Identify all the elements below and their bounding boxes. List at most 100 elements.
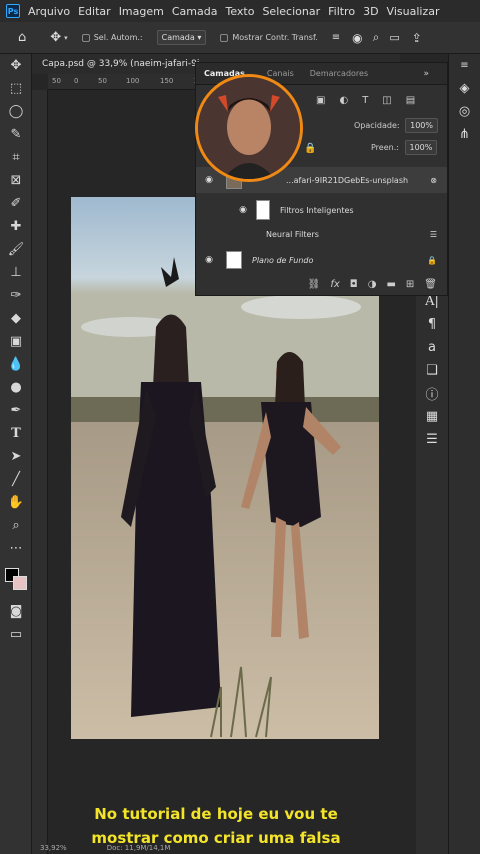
quick-select-icon[interactable]: ✎ [0, 123, 32, 146]
path-select-icon[interactable]: ➤ [0, 445, 32, 468]
properties-strip: A| ¶ a ❑ ⓘ ▦ ☰ [416, 290, 448, 854]
menu-3d[interactable]: 3D [363, 5, 378, 18]
mask-icon[interactable]: ◘ [350, 279, 358, 290]
smart-object-icon: ⊗ [430, 175, 437, 185]
layers-panel-icon[interactable]: ◈ [449, 77, 480, 100]
screen-mode-icon[interactable]: ▭ [0, 623, 32, 646]
move-icon[interactable]: ✥ [0, 54, 32, 77]
background-color[interactable] [13, 576, 27, 590]
vertical-ruler [32, 90, 48, 854]
table-icon[interactable]: ▦ [416, 405, 448, 428]
link-icon[interactable]: ⛓ [308, 279, 321, 290]
options-bar: ⌂ ✥ ▾ Sel. Autom.: Camada ▾ Mostrar Cont… [0, 22, 480, 54]
quick-mask-icon[interactable]: ◙ [0, 600, 32, 623]
fill-row: Preen.: 100% [371, 140, 438, 155]
layer-neural-filters[interactable]: Neural Filters ☰ [196, 221, 447, 247]
opacity-label: Opacidade: [354, 121, 400, 130]
fx-icon[interactable]: fx [330, 279, 339, 290]
history-brush-icon[interactable]: ✑ [0, 284, 32, 307]
channels-panel-icon[interactable]: ◎ [449, 100, 480, 123]
zoom-icon[interactable]: ⌕ [0, 514, 32, 537]
menu-visualizar[interactable]: Visualizar [387, 5, 440, 18]
share-icon[interactable]: ⇪ [412, 31, 422, 45]
adjustment-filter-icon[interactable]: ◐ [339, 95, 348, 106]
smart-filter-icon[interactable]: ▤ [406, 95, 415, 106]
shape-filter-icon[interactable]: ◫ [382, 95, 391, 106]
crop-icon[interactable]: ⌗ [0, 146, 32, 169]
more-tools-icon[interactable]: ⋯ [0, 537, 32, 560]
image-filter-icon[interactable]: ▣ [316, 95, 325, 106]
glyphs-icon[interactable]: a [416, 336, 448, 359]
ruler-tick: 150 [160, 77, 174, 85]
hand-icon[interactable]: ✋ [0, 491, 32, 514]
menu-imagem[interactable]: Imagem [119, 5, 164, 18]
menu-bar: Ps Arquivo Editar Imagem Camada Texto Se… [0, 0, 480, 22]
fill-field[interactable]: 100% [404, 140, 438, 155]
line-icon[interactable]: ╱ [0, 468, 32, 491]
healing-icon[interactable]: ✚ [0, 215, 32, 238]
type-filter-icon[interactable]: T [362, 95, 368, 106]
chevron-down-icon[interactable]: ▾ [64, 34, 68, 42]
fill-label: Preen.: [371, 143, 399, 152]
tab-demarcadores[interactable]: Demarcadores [310, 69, 368, 78]
workspace-icon[interactable]: ▭ [389, 31, 399, 44]
presenter-webcam-avatar [195, 74, 303, 182]
layer-name: Neural Filters [266, 229, 319, 239]
libraries-icon[interactable]: ❑ [416, 359, 448, 382]
menu-texto[interactable]: Texto [225, 5, 254, 18]
layer-select-value: Camada [161, 33, 195, 42]
frame-icon[interactable]: ⊠ [0, 169, 32, 192]
menu-editar[interactable]: Editar [78, 5, 111, 18]
stamp-icon[interactable]: ⊥ [0, 261, 32, 284]
user-icon[interactable]: ◉ [352, 31, 362, 45]
menu-filtro[interactable]: Filtro [328, 5, 355, 18]
zoom-level[interactable]: 33,92% [40, 844, 67, 854]
info-icon[interactable]: ⓘ [416, 382, 448, 405]
opacity-field[interactable]: 100% [405, 118, 438, 133]
home-icon[interactable]: ⌂ [18, 30, 26, 45]
color-swatches[interactable] [0, 560, 31, 600]
marquee-icon[interactable]: ⬚ [0, 77, 32, 100]
panel-menu-icon[interactable]: ≡ [449, 54, 480, 77]
layer-select-dropdown[interactable]: Camada ▾ [156, 30, 207, 45]
paths-panel-icon[interactable]: ⋔ [449, 123, 480, 146]
paragraph-icon[interactable]: ¶ [416, 313, 448, 336]
eraser-icon[interactable]: ◆ [0, 307, 32, 330]
filter-mask-thumbnail [256, 200, 270, 220]
new-layer-icon[interactable]: ⊞ [406, 279, 414, 290]
eyedropper-icon[interactable]: ✐ [0, 192, 32, 215]
menu-selecionar[interactable]: Selecionar [262, 5, 320, 18]
eye-icon[interactable]: ◉ [202, 255, 216, 265]
lasso-icon[interactable]: ◯ [0, 100, 32, 123]
move-tool-icon[interactable]: ✥ [50, 30, 61, 45]
blur-icon[interactable]: 💧 [0, 353, 32, 376]
auto-select-checkbox[interactable] [81, 33, 94, 42]
collapse-icon[interactable]: » [423, 69, 429, 79]
layer-background[interactable]: ◉ Plano de Fundo 🔒 [196, 247, 447, 273]
doc-info: Doc: 11,9M/14,1M [106, 844, 171, 852]
lock-icon[interactable]: 🔒 [304, 143, 316, 154]
adjustment-icon[interactable]: ◑ [368, 279, 377, 290]
menu-arquivo[interactable]: Arquivo [28, 5, 70, 18]
ruler-tick: 50 [52, 77, 61, 85]
gradient-icon[interactable]: ▣ [0, 330, 32, 353]
transform-checkbox[interactable] [220, 33, 232, 42]
transform-label: Mostrar Contr. Transf. [232, 33, 318, 42]
pen-icon[interactable]: ✒ [0, 399, 32, 422]
eye-icon[interactable]: ◉ [202, 175, 216, 185]
trash-icon[interactable]: 🗑 [424, 279, 437, 290]
tab-canais[interactable]: Canais [267, 69, 294, 78]
menu-camada[interactable]: Camada [172, 5, 218, 18]
eye-icon[interactable]: ◉ [236, 205, 250, 215]
lock-icon[interactable]: 🔒 [427, 256, 437, 265]
folder-icon[interactable]: ▬ [386, 279, 395, 290]
tools-panel: ✥ ⬚ ◯ ✎ ⌗ ⊠ ✐ ✚ 🖌 ⊥ ✑ ◆ ▣ 💧 ● ✒ T ➤ ╱ ✋ … [0, 54, 32, 854]
align-icon[interactable]: ≡ [332, 32, 340, 43]
brush-icon[interactable]: 🖌 [0, 238, 32, 261]
layer-smart-filters[interactable]: ◉ Filtros Inteligentes [196, 197, 447, 223]
dodge-icon[interactable]: ● [0, 376, 32, 399]
type-icon[interactable]: T [0, 422, 32, 445]
search-icon[interactable]: ⌕ [373, 30, 380, 45]
adjustments-icon[interactable]: ☰ [416, 428, 448, 451]
filter-options-icon[interactable]: ☰ [430, 230, 437, 239]
